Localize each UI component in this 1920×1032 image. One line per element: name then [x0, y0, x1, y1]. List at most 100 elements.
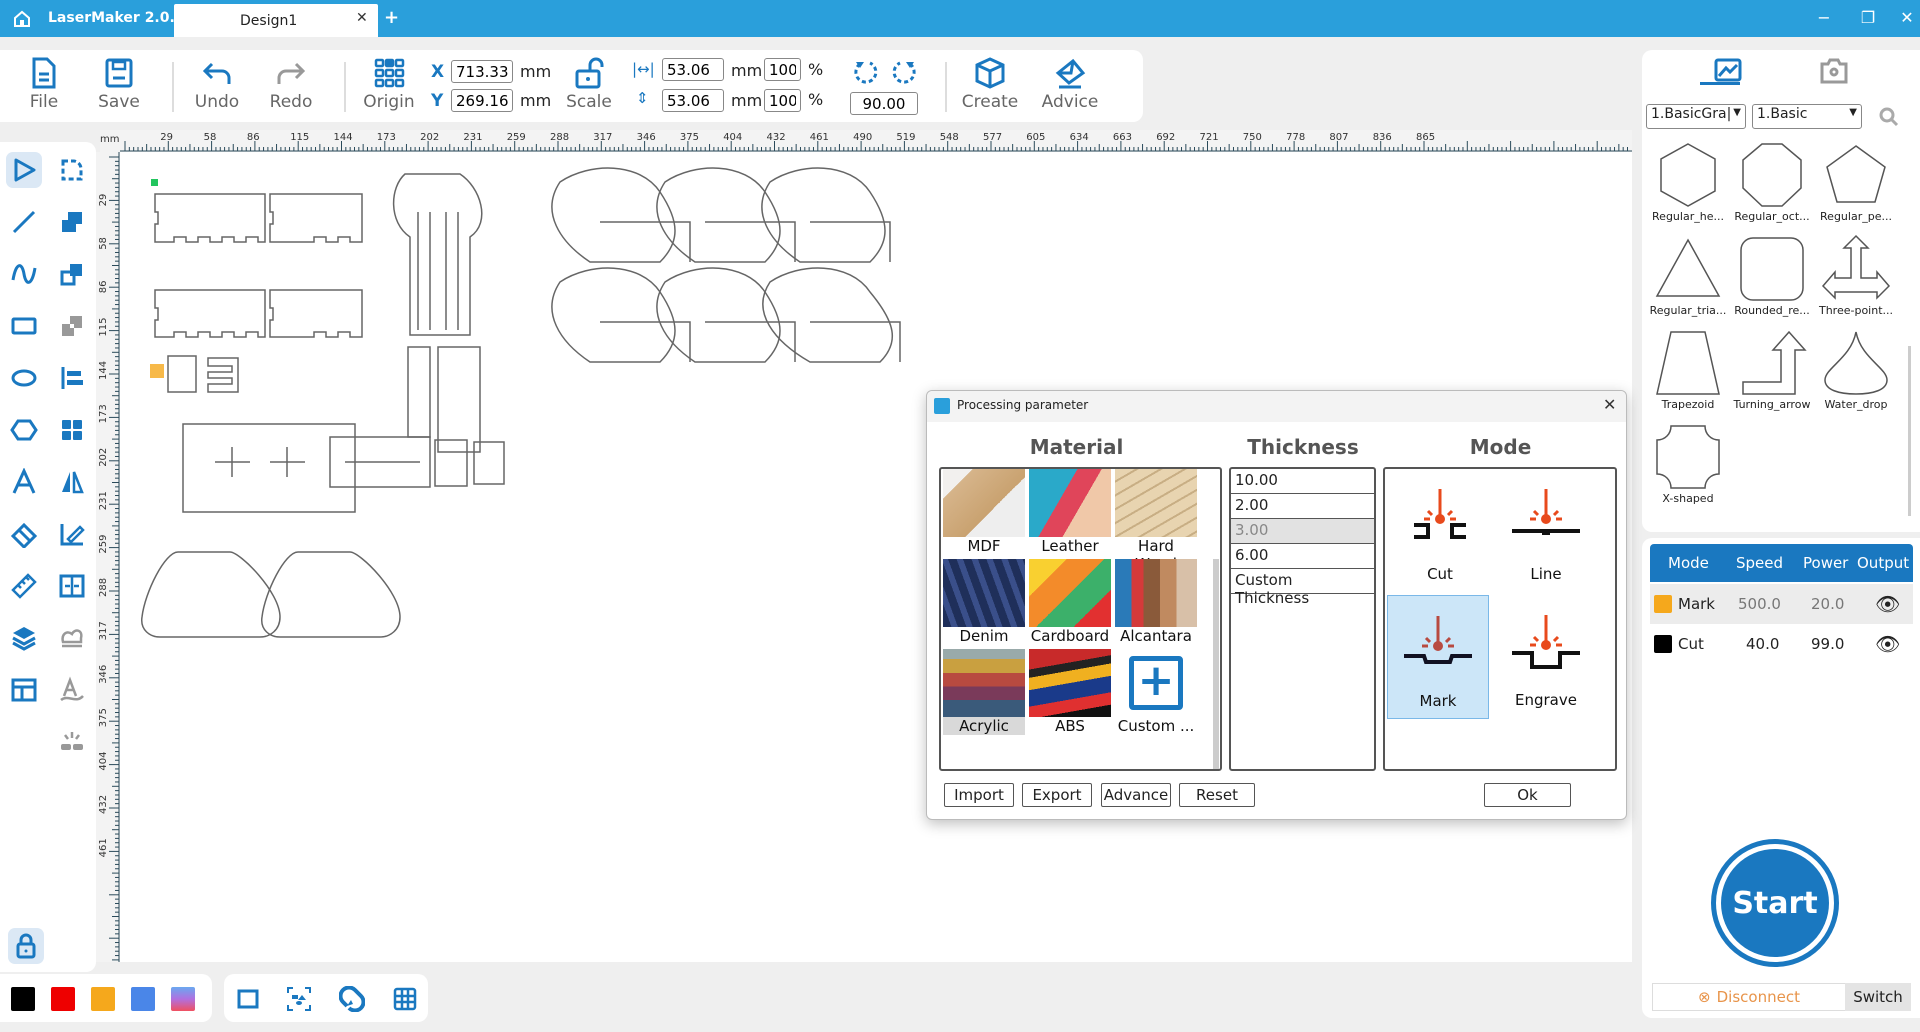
material-scrollbar[interactable] — [1213, 559, 1219, 769]
ok-button[interactable]: Ok — [1484, 783, 1571, 807]
shape-hexagon[interactable]: Regular_he... — [1646, 140, 1730, 223]
subcategory-select[interactable]: 1.Basic ▼ — [1752, 104, 1862, 129]
reset-button[interactable]: Reset — [1179, 783, 1255, 807]
shape-three-point-arrow[interactable]: Three-point... — [1814, 234, 1898, 317]
text-path-tool[interactable] — [54, 672, 90, 708]
intersect-tool[interactable] — [54, 308, 90, 344]
mirror-tool[interactable] — [54, 464, 90, 500]
material-cardboard[interactable]: Cardboard — [1029, 559, 1111, 645]
union-tool[interactable] — [54, 204, 90, 240]
color-swatch-blue[interactable] — [131, 987, 155, 1011]
export-button[interactable]: Export — [1022, 783, 1092, 807]
home-icon[interactable] — [12, 9, 32, 29]
eraser-tool[interactable] — [6, 516, 42, 552]
dialog-close-icon[interactable]: ✕ — [1603, 395, 1616, 414]
switch-button[interactable]: Switch — [1845, 983, 1911, 1011]
import-button[interactable]: Import — [944, 783, 1014, 807]
lock-button[interactable] — [8, 928, 44, 964]
thickness-option[interactable]: 6.00 — [1231, 544, 1374, 569]
maximize-button[interactable]: ❐ — [1856, 8, 1880, 27]
layer-color-swatch[interactable] — [1654, 595, 1672, 613]
curve-tool[interactable] — [6, 256, 42, 292]
advice-button[interactable]: Advice — [1036, 56, 1104, 118]
create-button[interactable]: Create — [956, 56, 1024, 118]
node-edit-tool[interactable] — [54, 152, 90, 188]
material-acrylic[interactable]: Acrylic — [943, 649, 1025, 735]
shape-turning-arrow[interactable]: Turning_arrow — [1730, 328, 1814, 411]
shape-trapezoid[interactable]: Trapezoid — [1646, 328, 1730, 411]
shape-pentagon[interactable]: Regular_pe... — [1814, 140, 1898, 223]
ellipse-tool[interactable] — [6, 360, 42, 396]
disconnect-button[interactable]: ⊗ Disconnect — [1652, 983, 1846, 1011]
fit-selection-icon[interactable] — [286, 986, 312, 1012]
polygon-tool[interactable] — [6, 412, 42, 448]
redo-button[interactable]: Redo — [256, 56, 326, 118]
text-tool[interactable] — [6, 464, 42, 500]
shape-triangle[interactable]: Regular_tria... — [1646, 234, 1730, 317]
close-tab-icon[interactable]: ✕ — [356, 10, 368, 26]
magnet-snap-icon[interactable] — [339, 986, 365, 1012]
start-button[interactable]: Start — [1711, 839, 1839, 967]
mode-mark-selected[interactable]: Mark — [1387, 595, 1489, 719]
tab-design1[interactable]: Design1 ✕ — [174, 4, 378, 37]
width-percent-input[interactable] — [764, 58, 801, 81]
subtract-tool[interactable] — [54, 256, 90, 292]
color-swatch-gradient[interactable] — [171, 987, 195, 1011]
fit-to-screen-icon[interactable] — [235, 986, 261, 1012]
fit-tool[interactable] — [54, 568, 90, 604]
trace-tool[interactable] — [54, 620, 90, 656]
thickness-option-selected[interactable]: 3.00 — [1231, 519, 1374, 544]
origin-button[interactable]: Origin — [354, 56, 424, 118]
eye-icon[interactable]: 👁 — [1875, 592, 1900, 616]
shape-scrollbar[interactable] — [1908, 346, 1911, 516]
undo-button[interactable]: Undo — [182, 56, 252, 118]
shape-water-drop[interactable]: Water_drop — [1814, 328, 1898, 411]
layer-row-cut[interactable]: Cut 40.0 99.0 👁 — [1650, 624, 1913, 664]
y-position-input[interactable] — [451, 89, 513, 112]
eye-icon[interactable]: 👁 — [1875, 632, 1900, 656]
scale-lock-button[interactable]: Scale — [554, 56, 624, 118]
mode-line[interactable]: Line — [1495, 469, 1597, 593]
offset-tool[interactable] — [54, 516, 90, 552]
layer-row-mark[interactable]: Mark 500.0 20.0 👁 — [1650, 584, 1913, 624]
height-input[interactable] — [662, 89, 724, 112]
material-denim[interactable]: Denim — [943, 559, 1025, 645]
line-tool[interactable] — [6, 204, 42, 240]
width-input[interactable] — [662, 58, 724, 81]
layer-color-swatch[interactable] — [1654, 635, 1672, 653]
layers-tool[interactable] — [6, 620, 42, 656]
advance-button[interactable]: Advance — [1101, 783, 1171, 807]
close-window-button[interactable]: ✕ — [1895, 8, 1919, 27]
thickness-custom-option[interactable]: Custom Thickness — [1231, 569, 1374, 607]
rotate-ccw-icon[interactable] — [852, 58, 880, 86]
x-position-input[interactable] — [451, 60, 513, 83]
minimize-button[interactable]: − — [1812, 8, 1836, 27]
rotation-angle-input[interactable] — [850, 92, 918, 115]
color-swatch-red[interactable] — [51, 987, 75, 1011]
save-button[interactable]: Save — [84, 56, 154, 118]
shape-rounded-rect[interactable]: Rounded_re... — [1730, 234, 1814, 317]
grid-toggle-icon[interactable] — [392, 986, 418, 1012]
layout-tool[interactable] — [6, 672, 42, 708]
material-leather[interactable]: Leather — [1029, 469, 1111, 555]
category-select[interactable]: 1.BasicGra| ▼ — [1646, 104, 1746, 129]
select-tool[interactable] — [6, 152, 42, 188]
material-abs[interactable]: ABS — [1029, 649, 1111, 735]
rotate-cw-icon[interactable] — [890, 58, 918, 86]
rectangle-tool[interactable] — [6, 308, 42, 344]
laser-test-tool[interactable] — [54, 724, 90, 760]
mode-cut[interactable]: Cut — [1389, 469, 1491, 593]
color-swatch-black[interactable] — [11, 987, 35, 1011]
shape-x-shaped[interactable]: X-shaped — [1646, 422, 1730, 505]
thickness-option[interactable]: 2.00 — [1231, 494, 1374, 519]
color-swatch-orange[interactable] — [91, 987, 115, 1011]
shape-octagon[interactable]: Regular_oct... — [1730, 140, 1814, 223]
measure-tool[interactable] — [6, 568, 42, 604]
camera-tab-icon[interactable] — [1814, 56, 1854, 86]
material-custom[interactable]: + Custom ... — [1115, 649, 1197, 735]
array-tool[interactable] — [54, 412, 90, 448]
search-icon[interactable] — [1878, 106, 1900, 128]
material-alcantara[interactable]: Alcantara — [1115, 559, 1197, 645]
height-percent-input[interactable] — [764, 89, 801, 112]
mode-engrave[interactable]: Engrave — [1495, 595, 1597, 719]
